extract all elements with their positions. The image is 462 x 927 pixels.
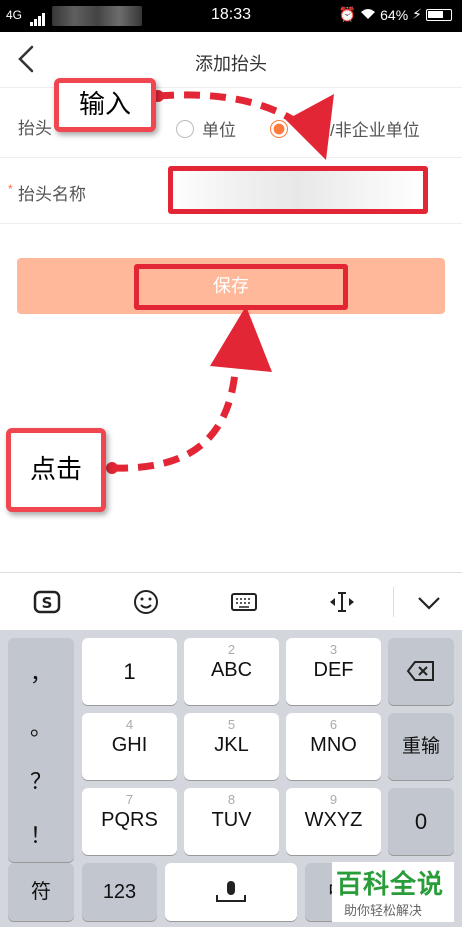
watermark-title: 百科全说 [336, 869, 445, 899]
svg-text:S: S [42, 594, 53, 612]
key-2[interactable]: 2 ABC [184, 638, 279, 705]
backspace-key[interactable] [388, 638, 454, 705]
key-6[interactable]: 6 MNO [286, 713, 381, 780]
redo-key[interactable]: 重输 [388, 713, 454, 780]
keyboard-icon[interactable] [229, 587, 259, 617]
input-highlight-box [168, 166, 428, 214]
microphone-icon [216, 881, 246, 902]
punctuation-column[interactable]: ， 。 ？ ！ [8, 638, 74, 862]
toolbar-divider [393, 587, 394, 617]
emoji-icon[interactable] [131, 587, 161, 617]
cursor-move-icon[interactable] [327, 587, 357, 617]
key-exclamation[interactable]: ！ [8, 818, 74, 850]
key-7[interactable]: 7 PQRS [82, 788, 177, 855]
arrow-head-input [286, 94, 334, 160]
key-9[interactable]: 9 WXYZ [286, 788, 381, 855]
space-key[interactable] [165, 863, 297, 921]
key-period[interactable]: 。 [8, 710, 74, 742]
key-8[interactable]: 8 TUV [184, 788, 279, 855]
save-highlight-box [134, 264, 348, 310]
keyboard-toolbar: S [0, 572, 462, 630]
key-5[interactable]: 5 JKL [184, 713, 279, 780]
key-1[interactable]: 1 [82, 638, 177, 705]
key-0[interactable]: 0 [388, 788, 454, 855]
symbol-key[interactable]: 符 [8, 863, 74, 921]
watermark-logo: 百科全说 助你轻松解决 [332, 862, 454, 922]
numeric-key[interactable]: 123 [82, 863, 157, 921]
key-3[interactable]: 3 DEF [286, 638, 381, 705]
sogou-logo-icon[interactable]: S [32, 587, 62, 617]
chevron-down-icon[interactable] [414, 587, 444, 617]
annotation-click-label: 点击 [6, 428, 106, 512]
watermark-subtitle: 助你轻松解决 [344, 903, 423, 918]
key-4[interactable]: 4 GHI [82, 713, 177, 780]
arrow-head-click [210, 306, 272, 372]
backspace-icon [406, 661, 434, 681]
key-question[interactable]: ？ [8, 764, 74, 796]
key-comma[interactable]: ， [8, 656, 74, 688]
annotation-input-label: 输入 [54, 78, 156, 132]
